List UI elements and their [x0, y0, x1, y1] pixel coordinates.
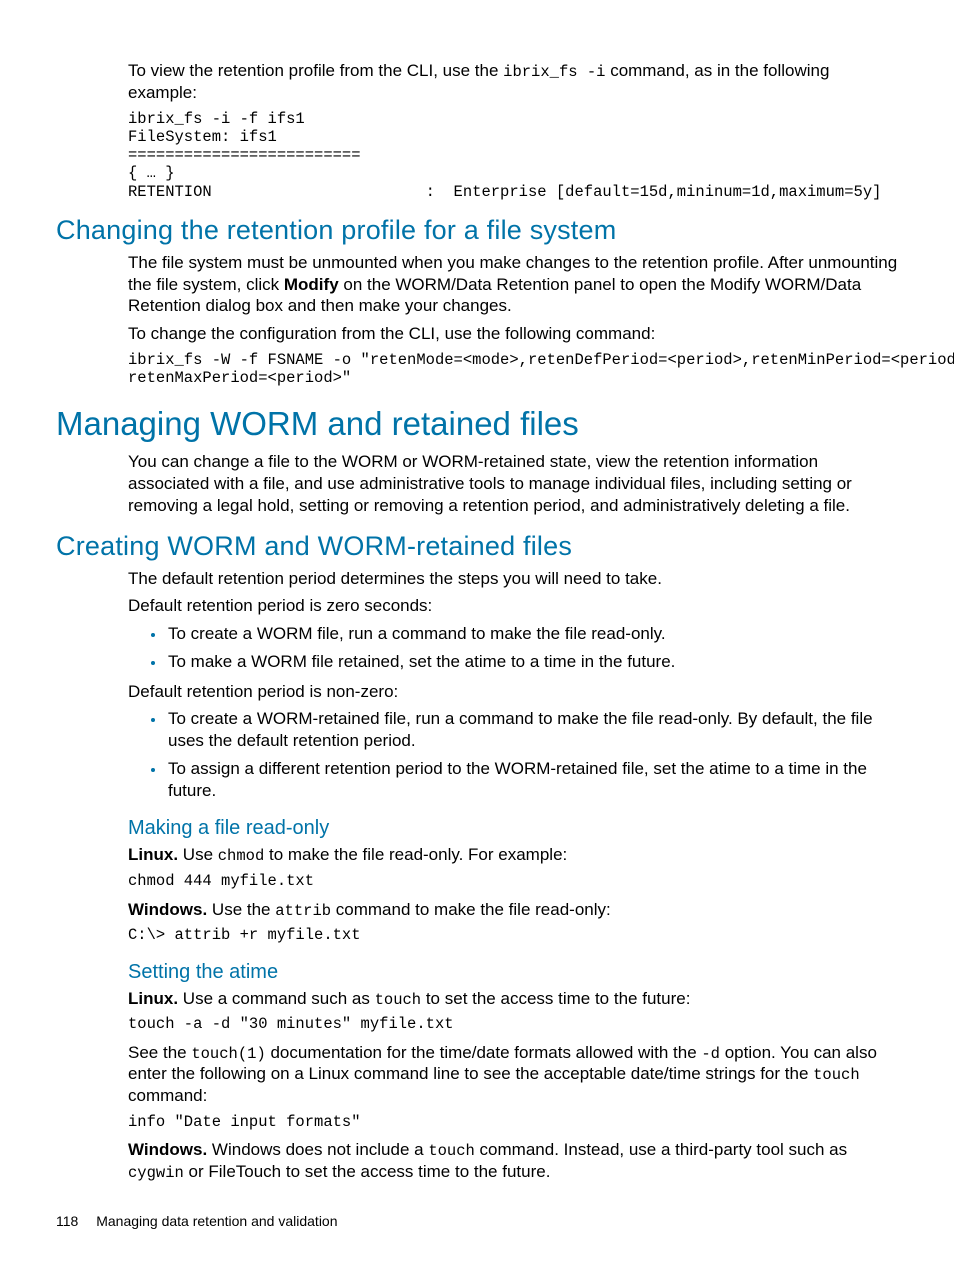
paragraph: The file system must be unmounted when y… [128, 252, 898, 317]
inline-code: chmod [218, 847, 265, 865]
paragraph: See the touch(1) documentation for the t… [128, 1042, 898, 1107]
text: documentation for the time/date formats … [266, 1043, 702, 1062]
bullet-list: To create a WORM file, run a command to … [128, 623, 898, 673]
text: or FileTouch to set the access time to t… [184, 1162, 551, 1181]
bold-text: Windows. [128, 1140, 207, 1159]
list-item: To create a WORM-retained file, run a co… [166, 708, 898, 752]
bullet-list: To create a WORM-retained file, run a co… [128, 708, 898, 801]
list-heading-nonzero: Default retention period is non-zero: [128, 681, 898, 703]
paragraph: To change the configuration from the CLI… [128, 323, 898, 345]
bold-text: Linux. [128, 845, 178, 864]
bold-text: Windows. [128, 900, 207, 919]
section-heading-creating-worm: Creating WORM and WORM-retained files [56, 531, 898, 562]
code-block: chmod 444 myfile.txt [128, 872, 898, 890]
bold-text: Modify [284, 275, 339, 294]
inline-code: -d [701, 1045, 720, 1063]
subsection-heading-readonly: Making a file read-only [128, 817, 898, 840]
text: command: [128, 1086, 207, 1105]
text: Use a command such as [178, 989, 375, 1008]
list-item: To create a WORM file, run a command to … [166, 623, 898, 645]
intro-paragraph: To view the retention profile from the C… [128, 60, 898, 104]
text: to make the file read-only. For example: [264, 845, 567, 864]
chapter-heading-managing-worm: Managing WORM and retained files [56, 405, 898, 443]
text: Windows does not include a [207, 1140, 428, 1159]
inline-code: touch(1) [191, 1045, 265, 1063]
inline-code: touch [375, 991, 422, 1009]
code-block: ibrix_fs -W -f FSNAME -o "retenMode=<mod… [128, 351, 898, 388]
paragraph: Linux. Use chmod to make the file read-o… [128, 844, 898, 866]
text: Use [178, 845, 218, 864]
list-item: To assign a different retention period t… [166, 758, 898, 802]
inline-code: attrib [275, 902, 331, 920]
inline-code: touch [813, 1066, 860, 1084]
list-item: To make a WORM file retained, set the at… [166, 651, 898, 673]
paragraph: The default retention period determines … [128, 568, 898, 590]
text: command. Instead, use a third-party tool… [475, 1140, 847, 1159]
inline-code: touch [428, 1142, 475, 1160]
text: to set the access time to the future: [421, 989, 690, 1008]
subsection-heading-atime: Setting the atime [128, 961, 898, 984]
code-block: ibrix_fs -i -f ifs1 FileSystem: ifs1 ===… [128, 110, 898, 201]
bold-text: Linux. [128, 989, 178, 1008]
paragraph: You can change a file to the WORM or WOR… [128, 451, 898, 516]
text: To view the retention profile from the C… [128, 61, 503, 80]
code-block: C:\> attrib +r myfile.txt [128, 926, 898, 944]
page-number: 118 [56, 1213, 78, 1229]
paragraph: Linux. Use a command such as touch to se… [128, 988, 898, 1010]
code-block: info "Date input formats" [128, 1113, 898, 1131]
footer-section-title: Managing data retention and validation [96, 1213, 337, 1229]
text: command to make the file read-only: [331, 900, 611, 919]
inline-code: ibrix_fs -i [503, 63, 605, 81]
page-footer: 118 Managing data retention and validati… [56, 1213, 338, 1229]
text: See the [128, 1043, 191, 1062]
inline-code: cygwin [128, 1164, 184, 1182]
section-heading-changing-retention: Changing the retention profile for a fil… [56, 215, 898, 246]
list-heading-zero: Default retention period is zero seconds… [128, 595, 898, 617]
paragraph: Windows. Windows does not include a touc… [128, 1139, 898, 1183]
text: Use the [207, 900, 275, 919]
paragraph: Windows. Use the attrib command to make … [128, 899, 898, 921]
code-block: touch -a -d "30 minutes" myfile.txt [128, 1015, 898, 1033]
